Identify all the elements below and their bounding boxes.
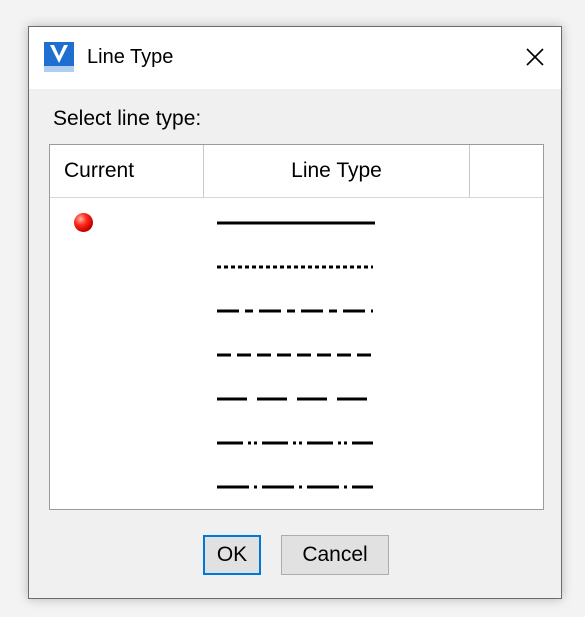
table-row-continuous[interactable] [50,203,543,247]
line-type-table: Current Line Type [49,144,544,510]
table-row-dotted[interactable] [50,247,543,291]
title-bar: Line Type [29,27,561,89]
current-indicator-icon [74,213,93,232]
table-row-dash-dot-dot[interactable] [50,423,543,467]
line-style-long-dash [217,397,369,401]
cancel-button[interactable]: Cancel [281,535,389,575]
line-style-continuous [217,221,375,225]
column-header-empty[interactable] [470,145,545,197]
line-type-dialog: Line Type Select line type: Current Line… [28,26,562,599]
line-style-dash-dot-dot [217,441,373,445]
select-prompt: Select line type: [53,107,202,130]
column-header-line-type[interactable]: Line Type [204,145,470,197]
window-title: Line Type [87,46,174,68]
table-row-dash-dot-long[interactable] [50,467,543,511]
column-header-current[interactable]: Current [50,145,204,197]
table-row-dash-dot[interactable] [50,291,543,335]
line-style-dashed [217,353,373,357]
ok-button[interactable]: OK [203,535,261,575]
vcad-app-icon [44,42,74,72]
table-row-dashed[interactable] [50,335,543,379]
table-row-long-dash[interactable] [50,379,543,423]
line-style-dotted [217,265,373,269]
close-button[interactable] [515,37,555,77]
close-icon [526,48,544,66]
line-style-dash-dot-long [217,485,373,489]
table-header: Current Line Type [50,145,543,198]
line-style-dash-dot [217,309,373,313]
